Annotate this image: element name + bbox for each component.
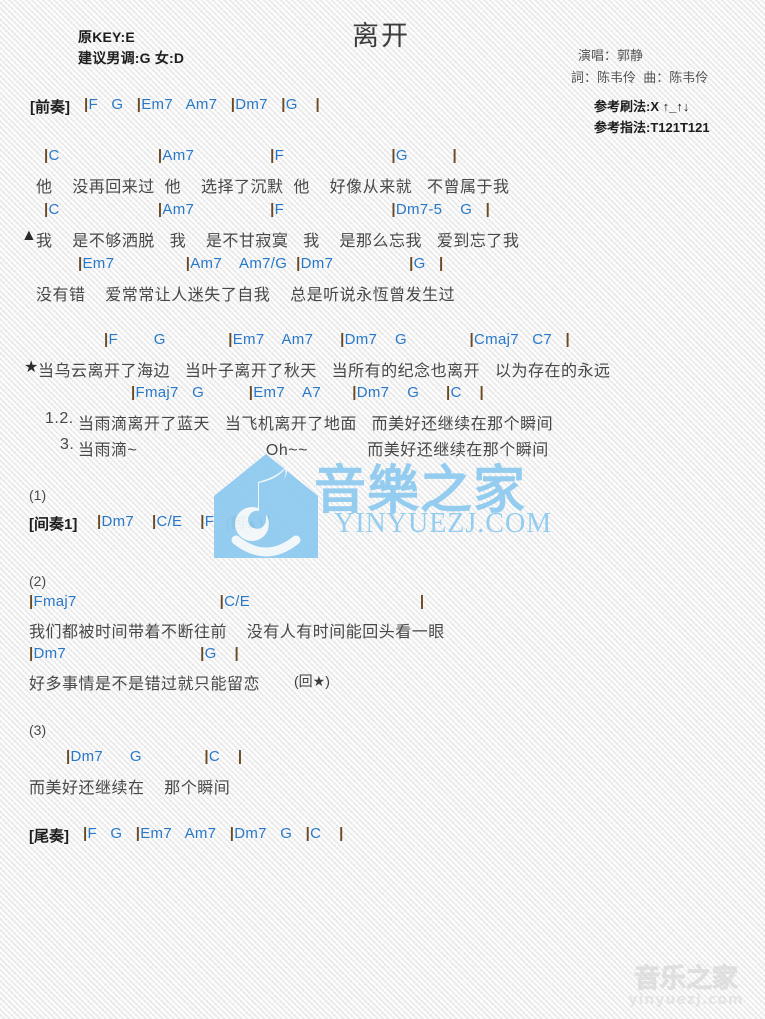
barline: | bbox=[157, 201, 163, 218]
chorus-line2-prefix: 1.2. bbox=[45, 410, 74, 427]
barline: | bbox=[485, 201, 491, 218]
barline: | bbox=[352, 384, 357, 401]
intro-chords: |F G |Em7 Am7 |Dm7 |G | bbox=[84, 96, 321, 113]
barline: | bbox=[479, 384, 484, 401]
barline: | bbox=[281, 96, 286, 113]
watermark-bottom-text: 音乐之家 bbox=[633, 964, 738, 994]
verse1-line1-chords: |C |Am7 |F |G | bbox=[44, 147, 457, 164]
barline: | bbox=[97, 513, 102, 530]
writer-credit: 詞：陈韦伶 曲：陈韦伶 bbox=[571, 70, 709, 85]
watermark-bottom-url: yinyuezj.com bbox=[628, 992, 744, 1008]
barline: | bbox=[136, 96, 142, 113]
watermark-center-url: YINYUEZJ.COM bbox=[334, 508, 553, 539]
barline: | bbox=[185, 255, 191, 272]
barline: | bbox=[219, 593, 225, 610]
outro-chords: |F G |Em7 Am7 |Dm7 G |C | bbox=[83, 825, 344, 842]
barline: | bbox=[469, 331, 475, 348]
music-house-logo-icon bbox=[214, 454, 318, 558]
watermark-bottom: 音乐之家 yinyuezj.com bbox=[613, 966, 759, 1014]
barline: | bbox=[44, 201, 49, 218]
star-marker-icon: ★ bbox=[24, 359, 39, 376]
singer-credit: 演唱：郭静 bbox=[578, 48, 644, 63]
barline: | bbox=[204, 748, 209, 765]
part3-chords: |Dm7 G |C | bbox=[66, 748, 243, 765]
barline: | bbox=[340, 331, 345, 348]
barline: | bbox=[78, 255, 83, 272]
part2-line2-chords: |Dm7 |G | bbox=[29, 645, 239, 662]
barline: | bbox=[409, 255, 414, 272]
chorus-line2-chords: |Fmaj7 G |Em7 A7 |Dm7 G |C | bbox=[131, 384, 484, 401]
part1-repeat-note: (回▲) bbox=[226, 515, 264, 531]
barline: | bbox=[305, 825, 311, 842]
barline: | bbox=[104, 331, 109, 348]
fingering-pattern: 参考指法:T121T121 bbox=[594, 120, 710, 135]
part3-lyrics: 而美好还继续在 那个瞬间 bbox=[29, 780, 231, 797]
part2-line1-chords: |Fmaj7 |C/E | bbox=[29, 593, 425, 610]
chorus-line2-lyrics: 当雨滴离开了蓝天 当飞机离开了地面 而美好还继续在那个瞬间 bbox=[78, 416, 554, 433]
barline: | bbox=[200, 645, 205, 662]
strum-pattern: 参考刷法:X ↑_↑↓ bbox=[594, 99, 690, 114]
part2-repeat-note: (回★) bbox=[294, 673, 330, 689]
chord-sheet: 原KEY:E 建议男调:G 女:D 离开 演唱：郭静 詞：陈韦伶 曲：陈韦伶 参… bbox=[0, 0, 765, 1019]
barline: | bbox=[339, 825, 344, 842]
barline: | bbox=[315, 96, 321, 113]
section-tag-intro: [前奏] bbox=[30, 99, 70, 116]
barline: | bbox=[200, 513, 205, 530]
part2-line1-lyrics: 我们都被时间带着不断往前 没有人有时间能回头看一眼 bbox=[29, 624, 445, 641]
barline: | bbox=[66, 748, 71, 765]
watermark-center: 音樂之家 YINYUEZJ.COM bbox=[206, 452, 552, 560]
verse1-line3-lyrics: 没有错 爱常常让人迷失了自我 总是听说永恆曾发生过 bbox=[36, 287, 456, 304]
chorus-line1-chords: |F G |Em7 Am7 |Dm7 G |Cmaj7 C7 | bbox=[104, 331, 570, 348]
barline: | bbox=[151, 513, 157, 530]
barline: | bbox=[419, 593, 425, 610]
part2-line2-lyrics: 好多事情是不是错过就只能留恋 bbox=[29, 676, 261, 693]
verse1-line2-chords: |C |Am7 |F |Dm7-5 G | bbox=[44, 201, 491, 218]
part1-number: (1) bbox=[29, 487, 47, 503]
barline: | bbox=[445, 384, 451, 401]
barline: | bbox=[44, 147, 49, 164]
barline: | bbox=[131, 384, 136, 401]
barline: | bbox=[84, 96, 89, 113]
barline: | bbox=[135, 825, 141, 842]
barline: | bbox=[230, 96, 236, 113]
barline: | bbox=[391, 147, 396, 164]
barline: | bbox=[266, 513, 271, 530]
barline: | bbox=[565, 331, 570, 348]
barline: | bbox=[234, 645, 239, 662]
suggested-key: 建议男调:G 女:D bbox=[78, 50, 185, 66]
barline: | bbox=[248, 384, 254, 401]
section-tag-interlude1: [间奏1] bbox=[29, 516, 78, 533]
barline: | bbox=[439, 255, 444, 272]
barline: | bbox=[83, 825, 88, 842]
barline: | bbox=[29, 593, 34, 610]
barline: | bbox=[229, 825, 235, 842]
barline: | bbox=[157, 147, 163, 164]
chorus-line1-lyrics: 当乌云离开了海边 当叶子离开了秋天 当所有的纪念也离开 以为存在的永远 bbox=[38, 363, 611, 380]
part3-number: (3) bbox=[29, 722, 47, 738]
barline: | bbox=[452, 147, 457, 164]
original-key: 原KEY:E bbox=[78, 29, 135, 45]
chorus-line3-prefix: 3. bbox=[60, 436, 75, 453]
verse1-line1-lyrics: 他 没再回来过 他 选择了沉默 他 好像从来就 不曾属于我 bbox=[36, 179, 510, 196]
section-tag-outro: [尾奏] bbox=[29, 828, 69, 845]
triangle-marker-icon: ▲ bbox=[21, 227, 38, 244]
barline: | bbox=[391, 201, 396, 218]
barline: | bbox=[228, 331, 233, 348]
verse1-line2-lyrics: 我 是不够洒脱 我 是不甘寂寞 我 是那么忘我 爱到忘了我 bbox=[36, 233, 520, 250]
barline: | bbox=[270, 201, 275, 218]
barline: | bbox=[29, 645, 34, 662]
chorus-line3-lyrics: 当雨滴~ Oh~~ 而美好还继续在那个瞬间 bbox=[78, 442, 549, 459]
barline: | bbox=[270, 147, 275, 164]
page-title: 离开 bbox=[352, 21, 410, 51]
part2-number: (2) bbox=[29, 573, 47, 589]
verse1-line3-chords: |Em7 |Am7 Am7/G |Dm7 |G | bbox=[78, 255, 444, 272]
barline: | bbox=[296, 255, 301, 272]
barline: | bbox=[237, 748, 243, 765]
